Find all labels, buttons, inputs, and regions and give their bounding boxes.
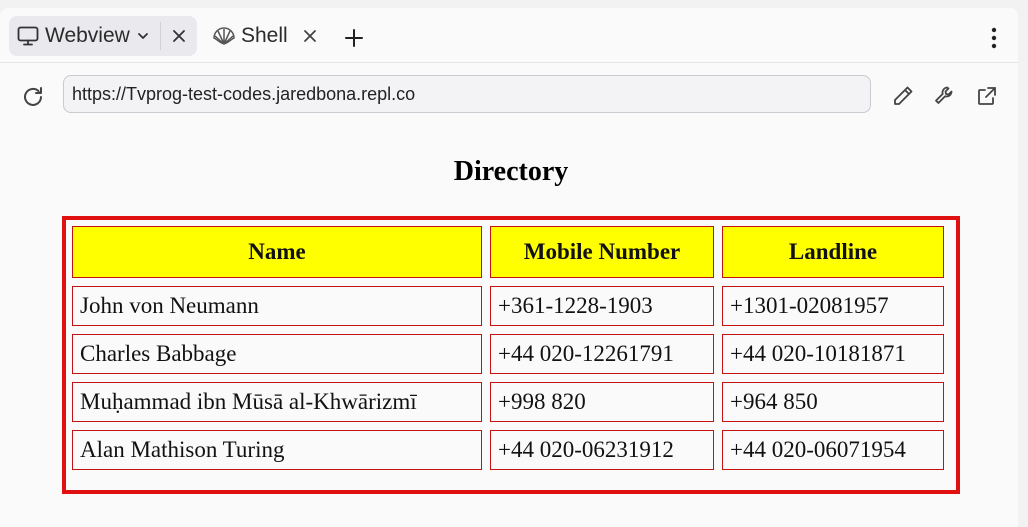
tab-divider: [160, 22, 161, 50]
open-external-icon[interactable]: [973, 82, 1001, 110]
tab-label-shell: Shell: [241, 24, 288, 47]
cell-landline: +44 020-06071954: [722, 430, 944, 470]
cell-name: John von Neumann: [72, 286, 482, 326]
cell-name: Alan Mathison Turing: [72, 430, 482, 470]
address-toolbar: https://Tvprog-test-codes.jaredbona.repl…: [0, 63, 1018, 127]
table-row: Alan Mathison Turing +44 020-06231912 +4…: [72, 430, 944, 470]
table-row: John von Neumann +361-1228-1903 +1301-02…: [72, 286, 944, 326]
cell-mobile: +361-1228-1903: [490, 286, 714, 326]
more-options-icon[interactable]: [980, 24, 1008, 52]
cell-name: Muḥammad ibn Mūsā al-Khwārizmī: [72, 382, 482, 422]
cell-mobile: +998 820: [490, 382, 714, 422]
tab-webview[interactable]: Webview: [9, 16, 197, 56]
column-header-landline: Landline: [722, 226, 944, 278]
cell-landline: +964 850: [722, 382, 944, 422]
replit-webview-window: Webview Shell https://Tvprog-test-codes.…: [0, 8, 1018, 527]
page-title: Directory: [453, 156, 569, 187]
table-header-row: Name Mobile Number Landline: [72, 226, 944, 278]
cell-mobile: +44 020-12261791: [490, 334, 714, 374]
close-tab-shell-icon[interactable]: [299, 25, 321, 47]
close-tab-webview-icon[interactable]: [168, 25, 190, 47]
monitor-icon: [15, 23, 41, 49]
directory-table: Name Mobile Number Landline John von Neu…: [64, 218, 952, 478]
table-row: Charles Babbage +44 020-12261791 +44 020…: [72, 334, 944, 374]
cell-landline: +1301-02081957: [722, 286, 944, 326]
add-tab-icon[interactable]: [340, 24, 368, 52]
tab-label-webview: Webview: [45, 24, 130, 47]
column-header-name: Name: [72, 226, 482, 278]
directory-table-frame: Name Mobile Number Landline John von Neu…: [62, 216, 960, 494]
shell-icon: [211, 23, 237, 49]
tab-shell[interactable]: Shell: [205, 16, 325, 56]
url-input[interactable]: https://Tvprog-test-codes.jaredbona.repl…: [63, 75, 871, 113]
cell-mobile: +44 020-06231912: [490, 430, 714, 470]
cell-landline: +44 020-10181871: [722, 334, 944, 374]
reload-icon[interactable]: [19, 83, 47, 111]
webview-page: Directory Name Mobile Number Landline Jo…: [0, 128, 1018, 527]
column-header-mobile: Mobile Number: [490, 226, 714, 278]
chevron-down-icon[interactable]: [136, 28, 152, 44]
cell-name: Charles Babbage: [72, 334, 482, 374]
wrench-icon[interactable]: [931, 82, 959, 110]
pencil-icon[interactable]: [889, 82, 917, 110]
tab-bar: Webview Shell: [0, 8, 1018, 63]
table-row: Muḥammad ibn Mūsā al-Khwārizmī +998 820 …: [72, 382, 944, 422]
